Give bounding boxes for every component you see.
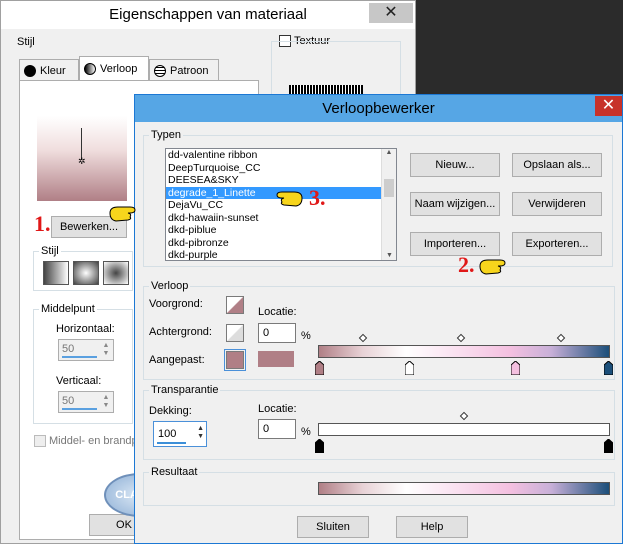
verloop-label: Verloop (149, 280, 191, 292)
spinner-arrows-icon[interactable]: ▲ ▼ (101, 342, 111, 358)
dekking-label: Dekking: (149, 405, 192, 417)
sunburst-style-icon[interactable] (103, 261, 129, 285)
list-item[interactable]: dkd-purple (166, 249, 396, 260)
tab-patroon-label: Patroon (170, 64, 209, 77)
new-button[interactable]: Nieuw... (410, 153, 500, 177)
location-input[interactable]: 0 (258, 323, 296, 343)
transparency-location-value: 0 (263, 423, 270, 435)
typen-label: Typen (149, 129, 183, 141)
resultaat-label: Resultaat (149, 466, 200, 478)
tab-kleur-label: Kleur (40, 64, 66, 77)
verticaal-label: Verticaal: (56, 375, 102, 387)
transparency-location-input[interactable]: 0 (258, 419, 296, 439)
result-preview-bar (318, 482, 610, 495)
scroll-down-icon[interactable]: ▼ (382, 252, 396, 259)
middel-checkbox-label: Middel- en brandp (49, 435, 138, 447)
step-3-annotation: 3. (309, 185, 326, 210)
close-button[interactable]: Sluiten (297, 516, 369, 538)
rename-button[interactable]: Naam wijzigen... (410, 192, 500, 216)
gradient-preview[interactable]: ✲ (37, 116, 127, 201)
transparency-bar[interactable] (318, 423, 610, 436)
aangepast-label: Aangepast: (149, 354, 205, 366)
color-stop[interactable] (510, 360, 521, 376)
close-icon[interactable]: ✕ (369, 3, 413, 23)
stijl-label: Stijl (17, 36, 35, 48)
voorgrond-label: Voorgrond: (149, 298, 203, 310)
gradient-bar[interactable] (318, 345, 610, 358)
list-scrollbar[interactable]: ▲ ▼ (381, 149, 396, 260)
transparantie-label: Transparantie (149, 384, 221, 396)
title-bar: Eigenschappen van materiaal ✕ (1, 1, 415, 29)
locatie-label: Locatie: (258, 306, 297, 318)
tab-patroon[interactable]: Patroon (149, 59, 219, 81)
title-bar: Verloopbewerker ✕ (135, 95, 622, 122)
pointing-hand-icon (109, 206, 136, 222)
spinner-underline (62, 408, 97, 410)
color-stop[interactable] (404, 360, 415, 376)
middel-checkbox[interactable] (34, 435, 46, 447)
middelpunt-label: Middelpunt (39, 303, 97, 315)
list-item[interactable]: dd-valentine ribbon (166, 149, 396, 162)
pointing-hand-icon (479, 259, 506, 275)
location-value: 0 (263, 327, 270, 339)
list-item[interactable]: dkd-piblue (166, 224, 396, 237)
color-stop[interactable] (314, 360, 325, 376)
scroll-up-icon[interactable]: ▲ (382, 149, 396, 156)
verticaal-value: 50 (62, 395, 75, 407)
foreground-swatch[interactable] (226, 296, 244, 314)
list-item[interactable]: dkd-pibronze (166, 237, 396, 250)
scroll-thumb[interactable] (384, 179, 394, 197)
opacity-stop[interactable] (603, 438, 614, 454)
custom-color-preview[interactable] (258, 351, 294, 367)
window-title: Eigenschappen van materiaal (109, 6, 307, 23)
export-button[interactable]: Exporteren... (512, 232, 602, 256)
step-1-annotation: 1. (34, 211, 51, 236)
achtergrond-label: Achtergrond: (149, 326, 212, 338)
list-item[interactable]: dkd-hawaiin-sunset (166, 212, 396, 225)
custom-swatch[interactable] (224, 349, 246, 371)
rectangular-style-icon[interactable] (73, 261, 99, 285)
close-icon[interactable]: ✕ (595, 96, 622, 116)
color-stop[interactable] (603, 360, 614, 376)
background-swatch[interactable] (226, 324, 244, 342)
spinner-arrows-icon[interactable]: ▲ ▼ (101, 394, 111, 410)
help-button[interactable]: Help (396, 516, 468, 538)
tab-verloop[interactable]: Verloop (79, 56, 149, 81)
save-as-button[interactable]: Opslaan als... (512, 153, 602, 177)
opacity-spinner[interactable]: 100 ▲ ▼ (153, 421, 207, 447)
tab-verloop-label: Verloop (100, 63, 138, 75)
tab-kleur[interactable]: Kleur (19, 59, 79, 81)
verticaal-spinner[interactable]: 50 ▲ ▼ (58, 391, 114, 413)
spinner-arrows-icon[interactable]: ▲ ▼ (197, 425, 204, 441)
percent2-label: % (301, 426, 311, 438)
import-button[interactable]: Importeren... (410, 232, 500, 256)
percent-label: % (301, 330, 311, 342)
style-sub-label: Stijl (39, 245, 61, 257)
horizontaal-value: 50 (62, 343, 75, 355)
locatie2-label: Locatie: (258, 403, 297, 415)
list-item[interactable]: DEESEA&SKY (166, 174, 396, 187)
opacity-stop[interactable] (314, 438, 325, 454)
gradient-editor-window: Verloopbewerker ✕ Typen dd-valentine rib… (134, 94, 623, 544)
pointing-hand-icon (276, 191, 303, 207)
delete-button[interactable]: Verwijderen (512, 192, 602, 216)
step-2-annotation: 2. (458, 252, 475, 277)
list-item[interactable]: DeepTurquoise_CC (166, 162, 396, 175)
gradient-circle-icon (84, 63, 96, 75)
opacity-value: 100 (158, 428, 177, 440)
circle-filled-icon (24, 64, 36, 77)
verloop-group (143, 286, 615, 380)
spinner-underline (62, 356, 97, 358)
horizontaal-label: Horizontaal: (56, 323, 115, 335)
spinner-underline (157, 442, 186, 444)
horizontaal-spinner[interactable]: 50 ▲ ▼ (58, 339, 114, 361)
globe-pattern-icon (154, 64, 166, 77)
linear-style-icon[interactable] (43, 261, 69, 285)
window-title: Verloopbewerker (322, 100, 435, 117)
